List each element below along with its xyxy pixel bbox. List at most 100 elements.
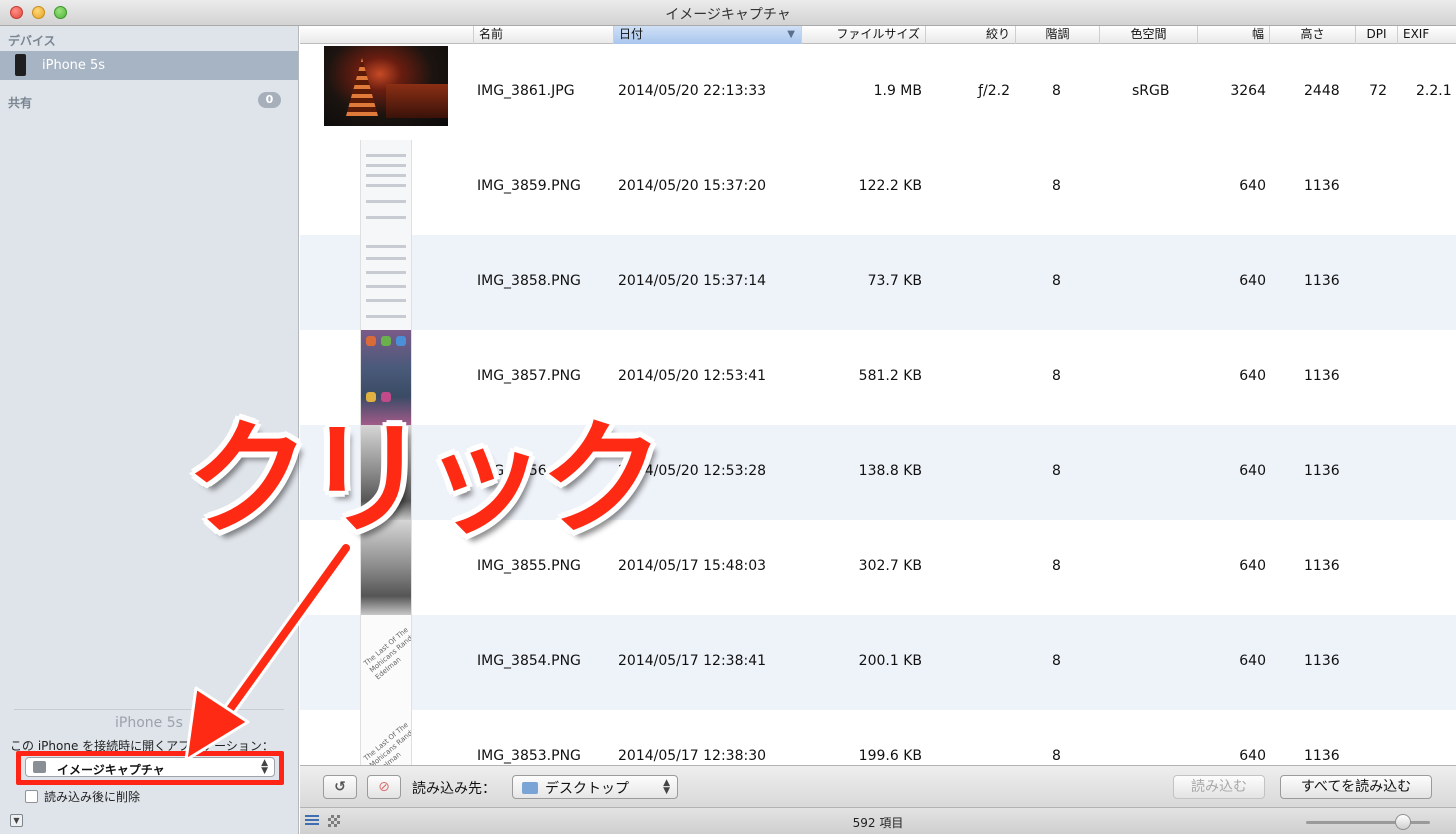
file-name: IMG_3859.PNG [477,178,581,194]
file-width: 3264 [1230,83,1266,99]
bottom-toolbar: ↺ ⊘ 読み込み先： デスクトップ ▲ ▼ 読み込む すべてを読み込む [300,765,1456,807]
file-width: 640 [1239,748,1266,764]
import-all-button[interactable]: すべてを読み込む [1280,775,1432,799]
file-width: 640 [1239,368,1266,384]
column-thumbnail[interactable] [300,26,474,44]
app-tile [381,336,391,346]
file-height: 1136 [1304,653,1340,669]
device-caption: iPhone 5s [115,715,183,731]
file-color-space: sRGB [1132,83,1170,99]
status-bar: 592 項目 [300,807,1456,834]
file-depth: 8 [1052,368,1061,384]
select-arrows-icon: ▲ ▼ [663,778,670,796]
table-row[interactable]: The Last Of The Mohicans Randy Edelman I… [300,615,1456,710]
file-name: IMG_3855.PNG [477,558,581,574]
file-depth: 8 [1052,558,1061,574]
iphone-icon [15,54,26,76]
file-dpi: 72 [1369,83,1387,99]
sidebar-toggle-icon[interactable]: ▼ [10,814,23,827]
table-header: 名前 日付 ▼ ファイルサイズ 絞り 階調 色空間 幅 高さ DPI EXIF [300,26,1456,44]
thumb-line [366,174,406,177]
column-depth[interactable]: 階調 [1016,26,1100,44]
file-height: 1136 [1304,178,1340,194]
temple-shape [386,84,448,118]
file-size: 302.7 KB [858,558,922,574]
pagoda-shape [346,58,378,116]
file-size: 122.2 KB [858,178,922,194]
window-title: イメージキャプチャ [665,7,791,23]
thumb-line [366,216,406,219]
thumb-line [366,164,406,167]
column-name[interactable]: 名前 [474,26,614,44]
file-height: 2448 [1304,83,1340,99]
column-aperture[interactable]: 絞り [926,26,1016,44]
file-width: 640 [1239,273,1266,289]
file-width: 640 [1239,178,1266,194]
table-row[interactable]: IMG_3859.PNG 2014/05/20 15:37:20 122.2 K… [300,140,1456,235]
delete-button[interactable]: ⊘ [367,775,401,799]
file-date: 2014/05/20 15:37:14 [618,273,767,289]
thumb-line [366,245,406,248]
table-row[interactable]: The Last Of The Mohicans Randy Edelman I… [300,710,1456,765]
file-size: 1.9 MB [873,83,922,99]
column-color-space[interactable]: 色空間 [1100,26,1198,44]
file-height: 1136 [1304,273,1340,289]
column-dpi[interactable]: DPI [1356,26,1398,44]
thumb-line [366,154,406,157]
thumb-line [366,271,406,274]
file-aperture: ƒ/2.2 [978,83,1010,99]
column-height[interactable]: 高さ [1270,26,1356,44]
file-size: 200.1 KB [858,653,922,669]
file-height: 1136 [1304,368,1340,384]
file-depth: 8 [1052,463,1061,479]
file-size: 581.2 KB [858,368,922,384]
file-depth: 8 [1052,273,1061,289]
sidebar-divider [14,709,284,710]
thumbnail-image: The Last Of The Mohicans Randy Edelman [360,615,412,710]
table-row[interactable]: IMG_3858.PNG 2014/05/20 15:37:14 73.7 KB… [300,235,1456,330]
devices-heading: デバイス [8,34,56,48]
highlight-box [16,751,284,785]
rotate-left-button[interactable]: ↺ [323,775,357,799]
file-depth: 8 [1052,748,1061,764]
file-date: 2014/05/17 12:38:41 [618,653,767,669]
no-entry-icon: ⊘ [378,779,390,795]
table-row[interactable]: IMG_3861.JPG 2014/05/20 22:13:33 1.9 MB … [300,45,1456,140]
file-width: 640 [1239,653,1266,669]
shared-heading: 共有 [8,96,33,110]
delete-after-import-checkbox[interactable] [25,790,38,803]
item-count: 592 項目 [852,816,904,830]
thumb-line [366,285,406,288]
file-name: IMG_3853.PNG [477,748,581,764]
file-depth: 8 [1052,178,1061,194]
delete-after-import-label: 読み込み後に削除 [44,790,141,804]
file-date: 2014/05/20 22:13:33 [618,83,767,99]
column-date-label: 日付 [619,27,644,41]
file-size: 199.6 KB [858,748,922,764]
file-exif: 2.2.1 [1416,83,1452,99]
column-exif[interactable]: EXIF [1398,26,1456,44]
thumb-line [366,200,406,203]
file-height: 1136 [1304,748,1340,764]
sort-descending-icon: ▼ [787,29,795,40]
file-depth: 8 [1052,83,1061,99]
file-depth: 8 [1052,653,1061,669]
thumbnail-image [360,140,412,235]
thumbnail-size-slider[interactable] [1306,821,1430,824]
thumbnail-image [324,46,448,126]
file-width: 640 [1239,463,1266,479]
title-bar: イメージキャプチャ [0,0,1456,26]
sidebar-item-iphone[interactable]: iPhone 5s [0,51,298,80]
thumbnail-image: The Last Of The Mohicans Randy Edelman [360,710,412,765]
import-button[interactable]: 読み込む [1173,775,1265,799]
column-width[interactable]: 幅 [1198,26,1270,44]
column-size[interactable]: ファイルサイズ [802,26,926,44]
shared-count-badge: 0 [258,92,281,108]
slider-knob[interactable] [1395,814,1411,830]
import-to-label: 読み込み先： [412,781,496,797]
thumb-line [366,257,406,260]
file-height: 1136 [1304,463,1340,479]
column-date[interactable]: 日付 ▼ [614,26,802,44]
destination-select[interactable]: デスクトップ ▲ ▼ [512,775,678,799]
sidebar-item-label: iPhone 5s [42,58,106,73]
